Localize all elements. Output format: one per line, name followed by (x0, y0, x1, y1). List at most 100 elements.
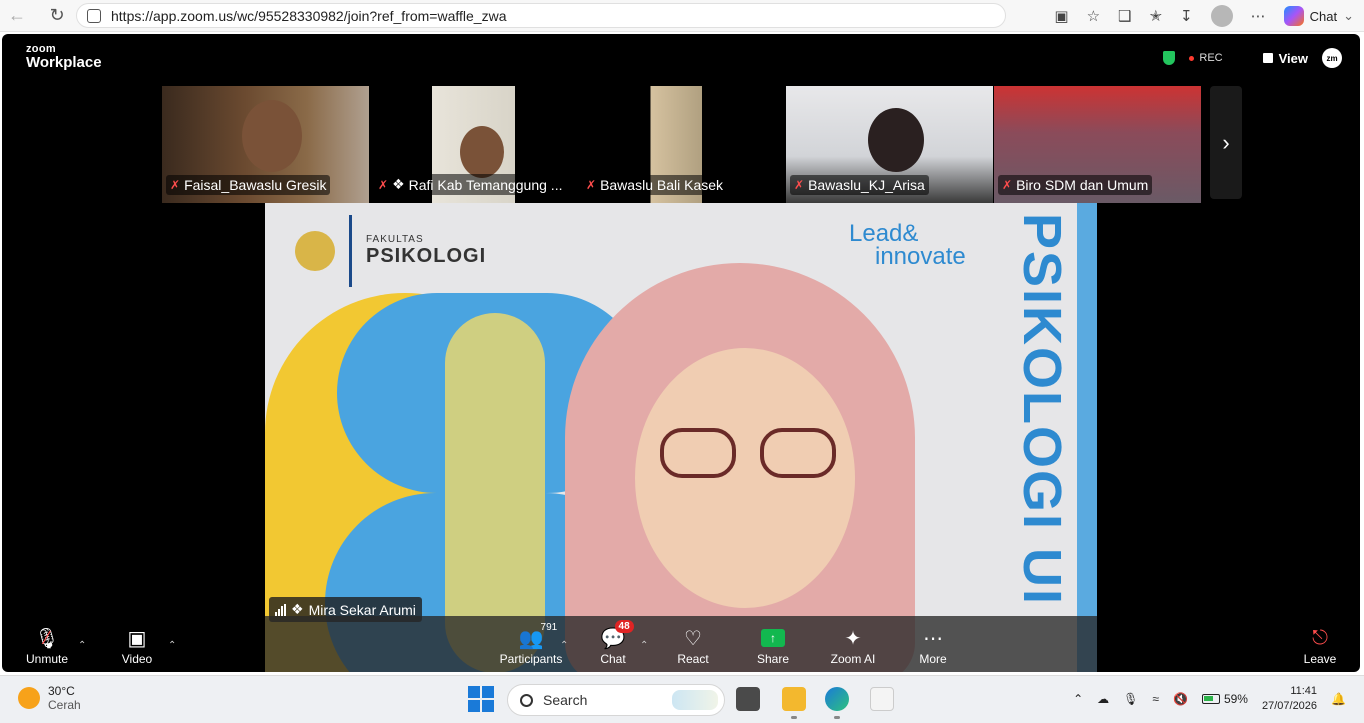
unmute-label: Unmute (25, 652, 69, 666)
leave-button[interactable]: ⎋ Leave (1280, 624, 1360, 667)
app-icon[interactable] (870, 687, 894, 711)
react-label: React (677, 652, 709, 666)
file-explorer-icon[interactable] (782, 687, 806, 711)
mic-muted-icon: ✗ (794, 178, 805, 192)
mic-off-icon: 🎙 ⁄ (34, 627, 60, 650)
participant-video (868, 108, 924, 172)
taskbar: 30°C Cerah Search ⌃ ☁ 🎙 ≈ 🔇 59% 11:41 27… (0, 675, 1364, 723)
participant-label: ✗ Bawaslu_KJ_Arisa (790, 175, 929, 195)
favorites-icon[interactable]: ✭ (1149, 7, 1162, 25)
participant-label: ✗ Biro SDM dan Umum (998, 175, 1153, 195)
participant-label: ✗ Bawaslu Bali Kasek (582, 175, 728, 195)
system-tray: ⌃ ☁ 🎙 ≈ 🔇 59% 11:41 27/07/2026 🔔 (1073, 684, 1346, 714)
participant-name: Faisal_Bawaslu Gresik (184, 177, 327, 193)
security-shield-icon[interactable] (1163, 51, 1176, 65)
participant-label: ✗ ❖ Rafi Kab Temanggung ... (374, 174, 567, 195)
participant-tile[interactable]: ✗ Biro SDM dan Umum (994, 86, 1201, 203)
onedrive-cloud-icon[interactable]: ☁ (1097, 692, 1109, 706)
participant-tile[interactable]: ✗ ❖ Rafi Kab Temanggung ... (370, 86, 577, 203)
mic-muted-icon: ✗ (378, 177, 389, 192)
next-page-chevron-icon[interactable]: › (1210, 86, 1242, 199)
participant-tile[interactable]: ✗ Bawaslu_KJ_Arisa (786, 86, 993, 203)
participants-button[interactable]: 👥 791 Participants (491, 622, 571, 666)
rec-dot-icon (1189, 55, 1195, 61)
speaker-face (635, 348, 855, 608)
profile-avatar[interactable] (1210, 5, 1233, 27)
active-speaker-video[interactable]: FAKULTAS PSIKOLOGI Lead& innovate PSIKOL… (265, 203, 1097, 672)
lead-innovate-logo: Lead& innovate (849, 222, 966, 269)
address-bar[interactable]: https://app.zoom.us/wc/95528330982/join?… (76, 3, 1006, 28)
battery-percent: 59% (1223, 692, 1248, 706)
task-view-icon[interactable] (736, 687, 760, 711)
chat-unread-badge: 48 (614, 620, 634, 633)
participants-count: 791 (540, 622, 558, 633)
view-button[interactable]: View (1262, 50, 1308, 66)
audio-options-caret-icon[interactable]: ⌃ (78, 640, 86, 651)
microphone-icon[interactable]: 🎙 (1123, 692, 1138, 706)
edge-browser-icon[interactable] (825, 687, 849, 711)
clock-time: 11:41 (1290, 685, 1318, 697)
clock[interactable]: 11:41 27/07/2026 (1262, 684, 1317, 714)
notification-icon[interactable]: 🔔 (1331, 692, 1346, 706)
site-info-icon[interactable] (87, 8, 101, 23)
video-camera-icon: ▣ (127, 627, 147, 650)
zoom-logo: zoom Workplace (26, 44, 102, 71)
chat-icon: 💬 48 (601, 620, 634, 652)
favorite-star-icon[interactable]: ☆ (1087, 7, 1100, 25)
zoom-ai-label: Zoom AI (830, 652, 876, 666)
chevron-up-icon[interactable]: ⌃ (1073, 692, 1083, 706)
unmute-button[interactable]: 🎙 ⁄ Unmute (7, 624, 87, 667)
meeting-topbar: REC View zm (1163, 48, 1342, 68)
meeting-controls: 🎙 ⁄ Unmute ⌃ ▣ Video ⌃ 👥 791 Participants … (2, 616, 1360, 672)
zoom-ai-button[interactable]: ✦ Zoom AI (813, 624, 893, 667)
recording-indicator[interactable]: REC (1189, 52, 1223, 64)
participants-icon: 👥 791 (518, 622, 558, 650)
video-label: Video (121, 652, 153, 666)
url-text: https://app.zoom.us/wc/95528330982/join?… (111, 7, 507, 24)
video-button[interactable]: ▣ Video (97, 624, 177, 667)
pin-icon: ❖ (392, 176, 405, 192)
downloads-icon[interactable]: ↧ (1180, 7, 1193, 25)
wifi-icon[interactable]: ≈ (1152, 692, 1159, 706)
more-dots-icon: ⋯ (923, 627, 943, 650)
extensions-icon[interactable]: ❑ (1118, 7, 1131, 25)
view-label: View (1278, 50, 1308, 66)
signal-icon (275, 603, 286, 616)
chat-caret-icon[interactable]: ⌃ (640, 640, 648, 651)
video-options-caret-icon[interactable]: ⌃ (168, 640, 176, 651)
battery-icon[interactable]: 59% (1201, 692, 1248, 706)
weather-widget[interactable]: 30°C Cerah (18, 684, 81, 712)
mic-muted-icon: ✗ (586, 178, 597, 192)
back-button[interactable]: ← (4, 3, 30, 29)
participant-name: Biro SDM dan Umum (1016, 177, 1149, 193)
sparkle-icon: ✦ (844, 627, 862, 650)
participants-caret-icon[interactable]: ⌃ (560, 640, 568, 651)
participant-name: Rafi Kab Temanggung ... (408, 176, 563, 193)
react-button[interactable]: ♡ React (653, 624, 733, 667)
camera-icon[interactable]: ▣ (1054, 7, 1068, 25)
participant-name: Bawaslu_KJ_Arisa (808, 177, 925, 193)
share-button[interactable]: ↑ Share (733, 624, 813, 666)
participant-tile[interactable]: ✗ Faisal_Bawaslu Gresik (162, 86, 369, 203)
logo-divider (349, 215, 352, 287)
more-label: More (919, 652, 947, 666)
participant-video (242, 100, 302, 172)
search-icon (520, 693, 533, 707)
zoom-app-icon[interactable]: zm (1322, 48, 1342, 68)
app-running-indicator (791, 716, 797, 719)
leave-label: Leave (1303, 652, 1337, 666)
windows-start-icon[interactable] (468, 686, 494, 712)
taskbar-search[interactable]: Search (507, 684, 725, 716)
clock-date: 27/07/2026 (1261, 700, 1318, 712)
participant-tile[interactable]: ✗ Bawaslu Bali Kasek (578, 86, 785, 203)
copilot-chat-label: Chat (1309, 8, 1338, 24)
grid-icon (1262, 53, 1273, 63)
chevron-down-icon: ⌄ (1343, 8, 1354, 23)
more-menu-icon[interactable]: ⋯ (1251, 7, 1266, 25)
volume-muted-icon[interactable]: 🔇 (1173, 692, 1188, 706)
participant-name: Bawaslu Bali Kasek (600, 177, 724, 193)
mic-muted-icon: ✗ (1002, 178, 1013, 192)
reload-button[interactable]: ↻ (44, 3, 70, 29)
copilot-chat-button[interactable]: Chat ⌄ (1283, 6, 1354, 26)
more-button[interactable]: ⋯ More (893, 624, 973, 667)
